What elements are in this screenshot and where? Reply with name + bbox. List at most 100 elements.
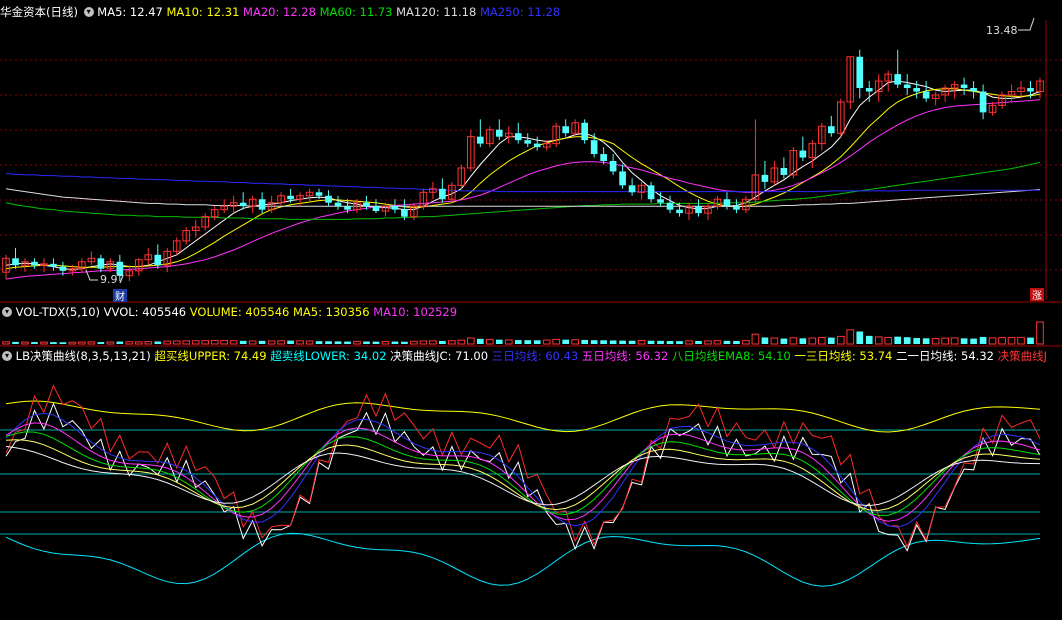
lb-lower-line <box>5 532 1041 587</box>
candle-body <box>903 84 911 89</box>
volume-bar <box>163 340 172 345</box>
volume-bar <box>998 337 1006 345</box>
candle-body <box>780 167 788 175</box>
ma-line-ma10 <box>5 88 1041 270</box>
volume-bar <box>846 329 855 345</box>
volume-bar <box>381 341 390 345</box>
volume-bar <box>116 341 124 344</box>
high-price-label: 13.48 <box>986 24 1018 37</box>
volume-bar <box>695 341 702 344</box>
candle-body <box>315 192 323 196</box>
candle-body <box>970 88 977 92</box>
ma-legend-item-3: MA60: 11.73 <box>315 5 393 19</box>
volume-bar <box>372 341 380 344</box>
candle-body <box>581 122 588 141</box>
lb-legend-item-6: 一三日均线: 53.74 <box>790 349 893 363</box>
volume-bar <box>903 337 911 344</box>
vol-legend-item-3: MA10: 102529 <box>369 305 458 319</box>
candle-body <box>922 91 930 99</box>
vol-title: VOL-TDX(5,10) <box>15 305 101 319</box>
lb-ma5-line <box>5 422 1041 522</box>
volume-bar <box>647 340 655 344</box>
volume-bar <box>504 339 513 345</box>
volume-bar <box>391 341 399 344</box>
volume-bar <box>609 340 617 344</box>
volume-bar <box>799 338 807 344</box>
volume-bar <box>296 340 304 345</box>
candle-body <box>495 129 503 137</box>
volume-bar <box>666 341 674 344</box>
candle-body <box>562 126 570 134</box>
lb-legend-item-5: 八日均线EMA8: 54.10 <box>668 349 791 363</box>
candle-body <box>59 266 67 271</box>
main-panel-menu-icon[interactable]: ▾ <box>83 6 94 17</box>
volume-bar <box>87 341 96 345</box>
candle-body <box>239 202 247 207</box>
vol-legend-item-1: VOLUME: 405546 <box>186 305 290 319</box>
volume-bar <box>495 339 503 344</box>
candle-body <box>600 154 607 161</box>
volume-bar <box>1036 321 1044 345</box>
volume-bar <box>78 341 86 345</box>
volume-bar <box>817 336 826 345</box>
volume-bar <box>429 340 437 345</box>
volume-bar <box>970 338 977 344</box>
volume-bar <box>97 342 105 344</box>
volume-bar <box>960 338 968 344</box>
candle-body <box>12 258 19 266</box>
candle-body <box>609 161 617 172</box>
volume-bar <box>733 340 740 344</box>
candle-body <box>524 140 532 144</box>
ma-legend-item-2: MA20: 12.28 <box>239 5 316 19</box>
volume-bar <box>913 338 920 344</box>
lb-panel-menu-icon[interactable]: ▾ <box>2 350 12 361</box>
lb-upper-line <box>5 400 1041 433</box>
volume-bar <box>894 336 902 344</box>
candle-body <box>733 206 740 210</box>
lb-legend: ▾ LB决策曲线(8,3,5,13,21) 超买线UPPER: 74.49 超卖… <box>0 348 1062 364</box>
volume-bar <box>637 340 646 345</box>
volume-bar <box>931 338 940 345</box>
volume-bar <box>542 339 551 345</box>
volume-bar <box>789 337 798 345</box>
candle-body <box>960 84 968 89</box>
candle-body <box>761 174 769 182</box>
ma-legend-item-4: MA120: 11.18 <box>392 5 477 19</box>
candle-body <box>154 254 162 266</box>
volume-bar <box>1007 336 1016 345</box>
volume-bar <box>344 341 351 344</box>
volume-bar <box>239 340 247 344</box>
volume-bar <box>524 340 532 344</box>
volume-bar <box>154 341 162 344</box>
vol-panel-menu-icon[interactable]: ▾ <box>2 306 12 317</box>
volume-bar <box>144 341 153 345</box>
volume-bar <box>562 339 570 344</box>
candle-body <box>894 74 902 85</box>
candle-body <box>97 258 105 269</box>
lb-jc-line <box>5 402 1041 552</box>
volume-bar <box>50 342 57 344</box>
volume-bar <box>448 340 456 345</box>
volume-bar <box>325 341 332 344</box>
volume-bar <box>590 340 598 344</box>
volume-bar <box>363 341 370 344</box>
candle-body <box>363 202 370 207</box>
volume-bar <box>353 340 361 345</box>
volume-bar <box>476 338 484 344</box>
volume-bar <box>191 340 200 345</box>
candle-body <box>50 263 57 267</box>
lb-legend-item-2: 决策曲线JC: 71.00 <box>386 349 489 363</box>
volume-bar <box>248 340 257 345</box>
candle-body <box>325 195 332 203</box>
volume-bar <box>865 335 873 344</box>
volume-bar <box>267 340 276 345</box>
volume-bar <box>277 340 285 345</box>
volume-bar <box>533 340 541 344</box>
volume-bar <box>713 340 722 345</box>
volume-bar <box>201 340 210 345</box>
volume-bar <box>1017 336 1025 345</box>
volume-bar <box>172 340 181 345</box>
volume-bar <box>950 337 959 345</box>
volume-bar <box>401 341 408 344</box>
candle-body <box>31 261 38 266</box>
